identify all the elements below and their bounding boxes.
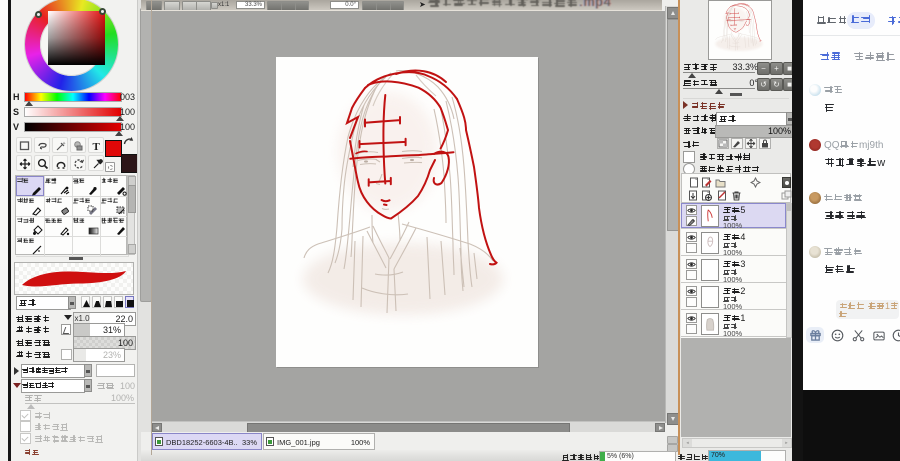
svg-text:T: T <box>93 141 101 153</box>
